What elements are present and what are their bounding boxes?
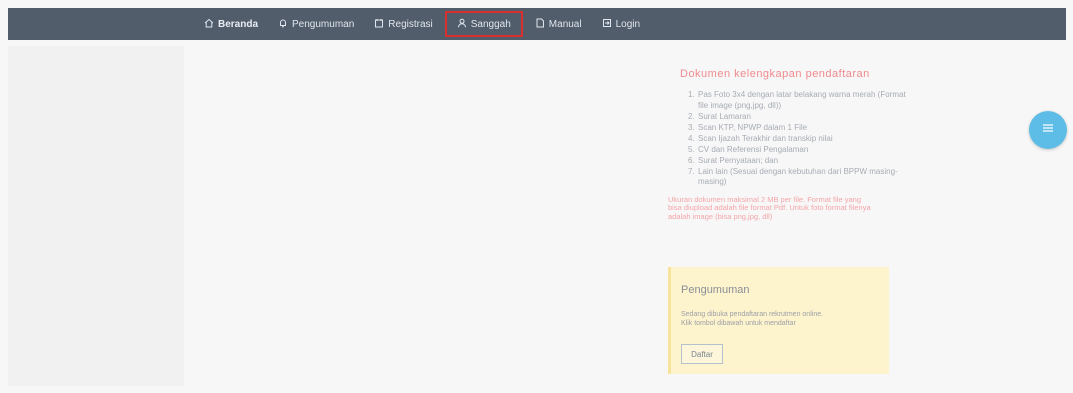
floating-menu-button[interactable]	[1029, 111, 1067, 149]
nav-item-login[interactable]: Login	[596, 13, 646, 35]
list-item: 2. Surat Lamaran	[688, 111, 751, 121]
upload-note: Ukuran dokumen maksimal 2 MB per file. F…	[668, 194, 871, 221]
top-navbar: Beranda Pengumuman Registrasi Sanggah Ma…	[8, 8, 1066, 40]
nav-item-pengumuman[interactable]: Pengumuman	[272, 13, 360, 35]
nav-label: Manual	[548, 18, 582, 30]
login-icon	[602, 18, 612, 31]
announcement-text: Sedang dibuka pendaftaran rekrutmen onli…	[681, 311, 823, 328]
list-item: 5. CV dan Referensi Pengalaman	[688, 144, 809, 154]
nav-label: Pengumuman	[292, 18, 355, 30]
list-item: 4. Scan Ijazah Terakhir dan transkip nila…	[688, 133, 833, 143]
user-icon	[457, 18, 467, 31]
nav-label: Login	[615, 18, 641, 30]
nav-menu: Beranda Pengumuman Registrasi Sanggah Ma…	[198, 8, 654, 40]
announcement-title: Pengumuman	[681, 284, 750, 296]
nav-label: Beranda	[218, 18, 259, 30]
documents-title: Dokumen kelengkapan pendaftaran	[680, 68, 870, 80]
bell-icon	[278, 18, 288, 31]
nav-label: Registrasi	[388, 18, 433, 30]
announcement-panel: Pengumuman Sedang dibuka pendaftaran rek…	[668, 267, 889, 374]
register-icon	[374, 18, 384, 31]
nav-item-manual[interactable]: Manual	[529, 13, 588, 35]
daftar-button[interactable]: Daftar	[681, 344, 723, 364]
nav-label: Sanggah	[470, 18, 511, 30]
list-item: 7. Lain lain (Sesuai dengan kebutuhan dar…	[688, 166, 898, 187]
home-icon	[204, 18, 214, 31]
nav-item-sanggah[interactable]: Sanggah	[444, 11, 523, 37]
nav-item-beranda[interactable]: Beranda	[198, 13, 264, 35]
nav-item-registrasi[interactable]: Registrasi	[368, 13, 438, 35]
menu-icon	[1041, 121, 1055, 139]
announcement-line: Sedang dibuka pendaftaran rekrutmen onli…	[681, 311, 824, 318]
list-item: 6. Surat Pernyataan; dan	[688, 155, 779, 165]
documents-list: 1. Pas Foto 3x4 dengan latar belakang war…	[668, 90, 908, 188]
document-icon	[535, 18, 545, 31]
announcement-line: Klik tombol dibawah untuk mendaftar	[681, 319, 796, 327]
list-item: 3. Scan KTP, NPWP dalam 1 File	[688, 122, 808, 132]
list-item: 1. Pas Foto 3x4 dengan latar belakang war…	[688, 90, 906, 110]
left-panel	[8, 46, 184, 386]
documents-section: Dokumen kelengkapan pendaftaran 1. Pas Fo…	[668, 68, 908, 221]
